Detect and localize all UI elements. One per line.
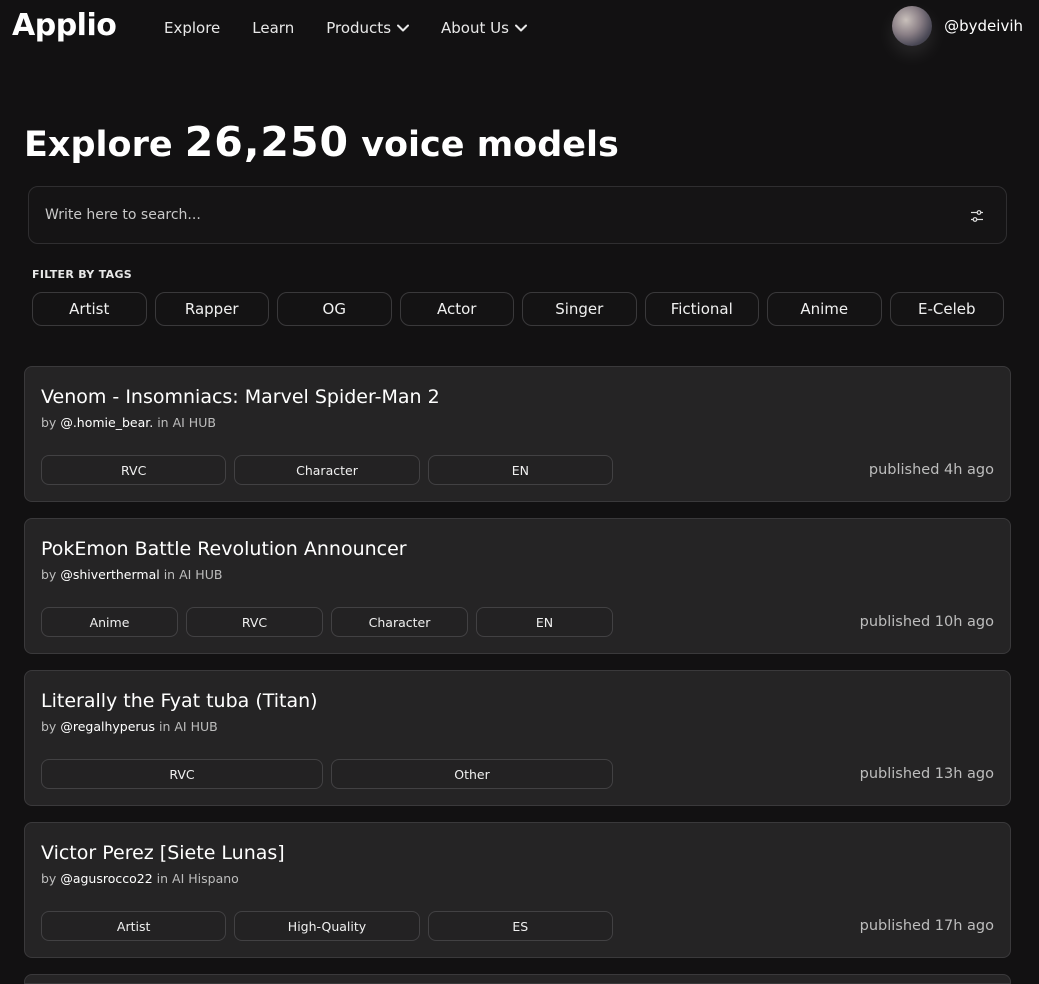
published-time: published 10h ago [859,614,994,630]
nav-products[interactable]: Products [326,19,410,37]
model-card[interactable]: Victor Perez [Siete Lunas] by @agusrocco… [24,822,1011,958]
model-tag: Other [331,759,613,789]
model-tag: High-Quality [234,911,420,941]
published-time: published 4h ago [868,462,994,478]
top-nav: Applio Explore Learn Products About Us @… [0,0,1039,56]
username[interactable]: @bydeivih [944,17,1023,35]
in-label: in [158,719,171,734]
published-time: published 13h ago [859,766,994,782]
sliders-icon [971,210,983,222]
search-bar [28,186,1007,244]
in-label: in [157,415,169,430]
model-title[interactable]: PokEmon Battle Revolution Announcer [41,538,407,560]
model-tags: RVC Character EN [41,455,613,485]
nav-label: Products [326,19,392,37]
author-link[interactable]: @agusrocco22 [60,871,152,886]
user-menu[interactable]: @bydeivih [892,6,1023,46]
model-author-line: by @regalhyperus in AI HUB [41,719,218,734]
tag-fictional[interactable]: Fictional [644,292,759,326]
model-tags: RVC Other [41,759,613,789]
hub-name: AI Hispano [172,871,239,886]
hub-name: AI HUB [172,415,216,430]
model-title[interactable]: Victor Perez [Siete Lunas] [41,842,285,864]
by-label: by [41,415,57,430]
title-prefix: Explore [24,125,173,165]
model-tag: Artist [41,911,227,941]
model-tag: Character [331,607,468,637]
model-list: Venom - Insomniacs: Marvel Spider-Man 2 … [24,366,1011,974]
model-card[interactable]: Literally the Fyat tuba (Titan) by @rega… [24,670,1011,806]
model-count: 26,250 [184,118,349,166]
nav-label: Learn [252,19,295,37]
by-label: by [41,871,57,886]
in-label: in [163,567,176,582]
nav-about-us[interactable]: About Us [441,19,527,37]
chevron-down-icon [397,24,410,32]
model-card[interactable]: Venom - Insomniacs: Marvel Spider-Man 2 … [24,366,1011,502]
in-label: in [156,871,169,886]
model-tag: RVC [41,455,227,485]
model-author-line: by @agusrocco22 in AI Hispano [41,871,239,886]
model-tags: Artist High-Quality ES [41,911,613,941]
model-author-line: by @.homie_bear. in AI HUB [41,415,216,430]
model-tag: Character [234,455,420,485]
model-tag: Anime [41,607,178,637]
by-label: by [41,719,57,734]
nav-label: Explore [164,19,221,37]
by-label: by [41,567,57,582]
tag-singer[interactable]: Singer [522,292,637,326]
logo[interactable]: Applio [12,8,117,43]
model-tag: RVC [41,759,323,789]
chevron-down-icon [514,24,527,32]
model-author-line: by @shiverthermal in AI HUB [41,567,222,582]
tag-anime[interactable]: Anime [767,292,882,326]
nav-learn[interactable]: Learn [252,19,294,37]
nav-explore[interactable]: Explore [164,19,220,37]
model-card-partial[interactable] [24,974,1011,984]
tag-filter-list: Artist Rapper OG Actor Singer Fictional … [32,292,1004,326]
model-title[interactable]: Venom - Insomniacs: Marvel Spider-Man 2 [41,386,440,408]
author-link[interactable]: @regalhyperus [60,719,155,734]
model-card[interactable]: PokEmon Battle Revolution Announcer by @… [24,518,1011,654]
hub-name: AI HUB [174,719,218,734]
tag-artist[interactable]: Artist [32,292,147,326]
author-link[interactable]: @.homie_bear. [60,415,153,430]
filter-button[interactable] [970,208,984,227]
tag-actor[interactable]: Actor [399,292,514,326]
model-tag: EN [476,607,613,637]
model-tag: RVC [186,607,323,637]
tag-og[interactable]: OG [277,292,392,326]
nav-links: Explore Learn Products About Us [164,19,559,37]
hub-name: AI HUB [179,567,223,582]
author-link[interactable]: @shiverthermal [60,567,159,582]
model-tags: Anime RVC Character EN [41,607,613,637]
published-time: published 17h ago [859,918,994,934]
filter-tags-label: FILTER BY TAGS [32,268,133,281]
model-title[interactable]: Literally the Fyat tuba (Titan) [41,690,318,712]
avatar[interactable] [892,6,933,46]
title-suffix: voice models [361,125,619,165]
model-tag: ES [427,911,613,941]
model-tag: EN [427,455,613,485]
tag-e-celeb[interactable]: E-Celeb [889,292,1004,326]
nav-label: About Us [441,19,509,37]
page-title: Explore 26,250 voice models [24,118,619,166]
tag-rapper[interactable]: Rapper [154,292,269,326]
search-input[interactable] [45,187,945,243]
